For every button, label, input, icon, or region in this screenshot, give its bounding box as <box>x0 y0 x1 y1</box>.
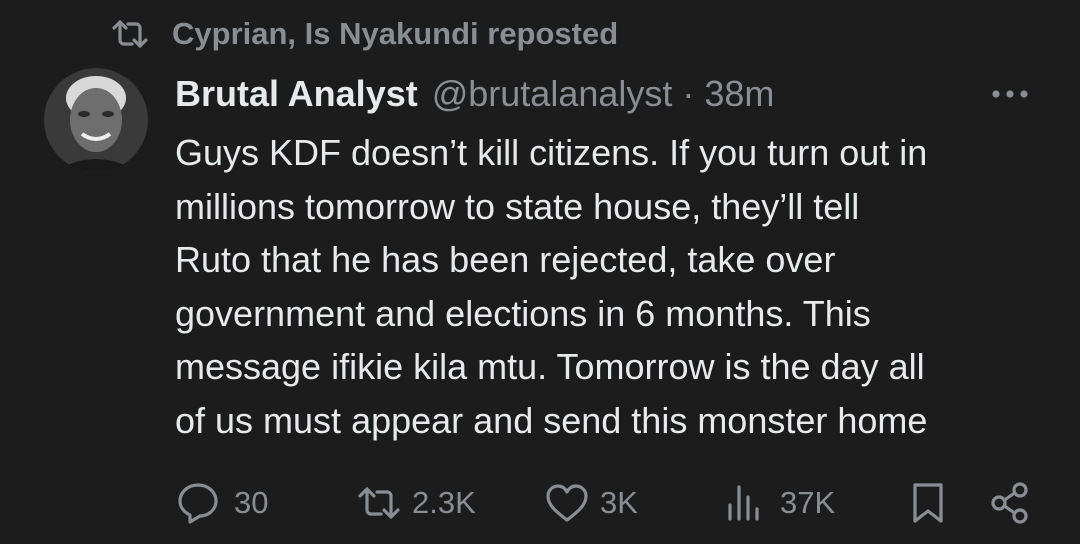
heart-icon <box>544 482 590 524</box>
repost-icon <box>356 485 402 521</box>
repost-icon <box>108 14 152 54</box>
avatar[interactable] <box>44 68 148 172</box>
reply-count: 30 <box>234 485 269 520</box>
bookmark-icon <box>910 481 946 525</box>
more-options-icon[interactable] <box>986 80 1034 108</box>
view-count: 37K <box>780 485 836 520</box>
repost-label: Cyprian, Is Nyakundi reposted <box>172 16 619 51</box>
repost-button[interactable]: 2.3K <box>356 478 476 528</box>
analytics-icon <box>724 483 764 523</box>
repost-indicator[interactable]: Cyprian, Is Nyakundi reposted <box>108 12 618 56</box>
repost-count: 2.3K <box>412 485 476 520</box>
tweet-header: Brutal Analyst @brutalanalyst · 38m <box>175 68 774 120</box>
bookmark-button[interactable] <box>910 478 946 528</box>
display-name[interactable]: Brutal Analyst <box>175 73 418 115</box>
handle-and-time[interactable]: @brutalanalyst · 38m <box>432 73 775 115</box>
like-count: 3K <box>600 485 638 520</box>
views-button[interactable]: 37K <box>724 478 835 528</box>
share-icon <box>988 481 1032 525</box>
tweet-text: Guys KDF doesn’t kill citizens. If you t… <box>175 132 928 441</box>
share-button[interactable] <box>988 478 1032 528</box>
reply-button[interactable]: 30 <box>176 478 268 528</box>
reply-icon <box>176 481 220 525</box>
like-button[interactable]: 3K <box>544 478 638 528</box>
